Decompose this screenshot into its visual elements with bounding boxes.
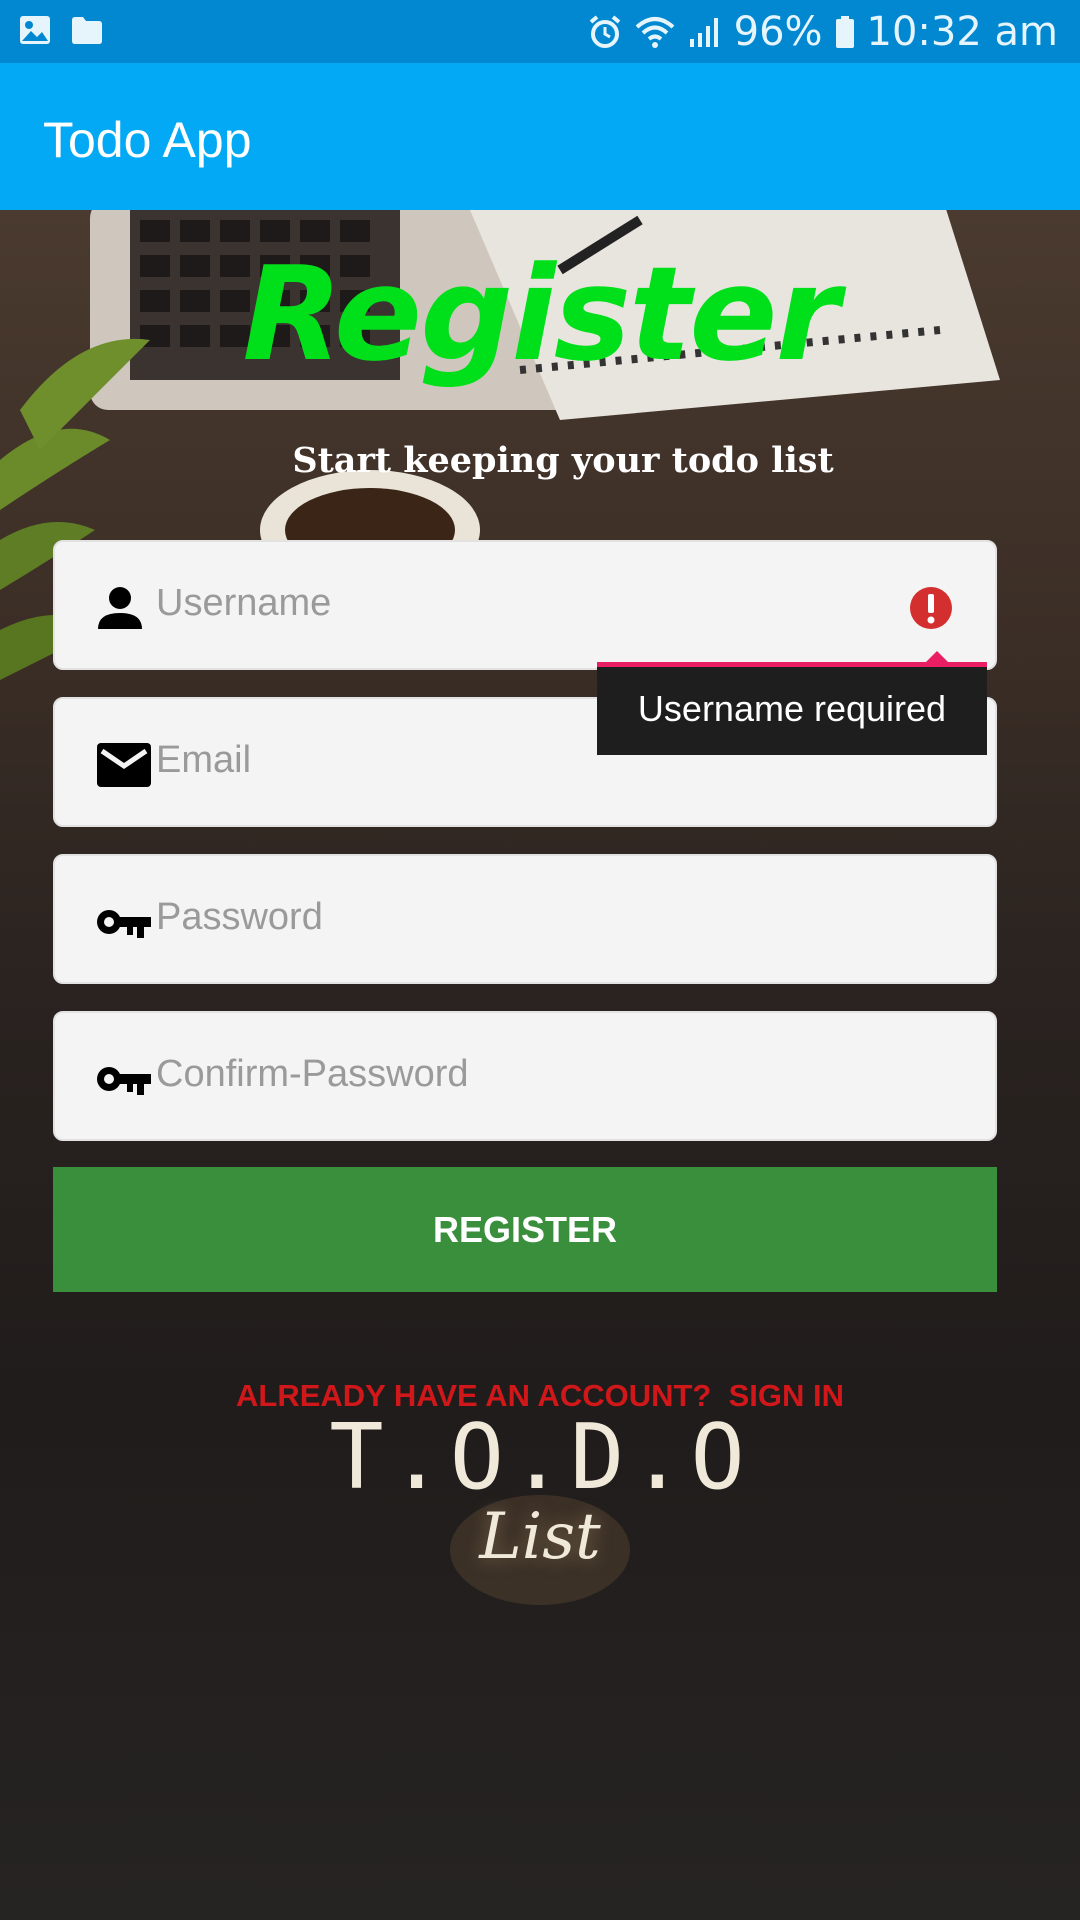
- app-title: Todo App: [43, 112, 252, 168]
- tooltip-arrow: [925, 651, 949, 663]
- status-right-icons: 96% 10:32 am: [588, 6, 1058, 58]
- subtitle: Start keeping your todo list: [292, 440, 834, 481]
- register-title: Register: [242, 238, 839, 390]
- key-icon: [97, 1067, 151, 1095]
- confirm-password-field[interactable]: Confirm-Password: [53, 1011, 997, 1141]
- password-placeholder: Password: [156, 896, 323, 938]
- alarm-icon: [589, 15, 620, 48]
- list-script-logo: List: [479, 1500, 601, 1574]
- clock: 10:32 am: [866, 9, 1058, 55]
- error-icon: [910, 587, 952, 629]
- person-icon: [98, 587, 142, 629]
- app-bar: Todo App: [0, 63, 1080, 210]
- username-placeholder: Username: [156, 582, 332, 624]
- status-left-icons: [18, 14, 104, 46]
- password-field[interactable]: Password: [53, 854, 997, 984]
- battery-percent: 96%: [733, 9, 823, 55]
- wifi-icon: [635, 17, 674, 48]
- key-icon: [97, 910, 151, 938]
- folder-icon: [72, 17, 102, 44]
- username-field[interactable]: Username: [53, 540, 997, 670]
- username-error-tooltip: Username required: [597, 663, 987, 755]
- register-button[interactable]: REGISTER: [53, 1167, 997, 1292]
- battery-icon: [835, 16, 854, 48]
- confirm-password-placeholder: Confirm-Password: [156, 1053, 469, 1095]
- email-placeholder: Email: [156, 739, 252, 781]
- gallery-icon: [20, 16, 50, 44]
- mail-icon: [97, 743, 151, 787]
- todo-logo: T.O.D.O: [329, 1405, 751, 1510]
- signal-icon: [689, 18, 718, 47]
- status-bar: 96% 10:32 am: [0, 0, 1080, 63]
